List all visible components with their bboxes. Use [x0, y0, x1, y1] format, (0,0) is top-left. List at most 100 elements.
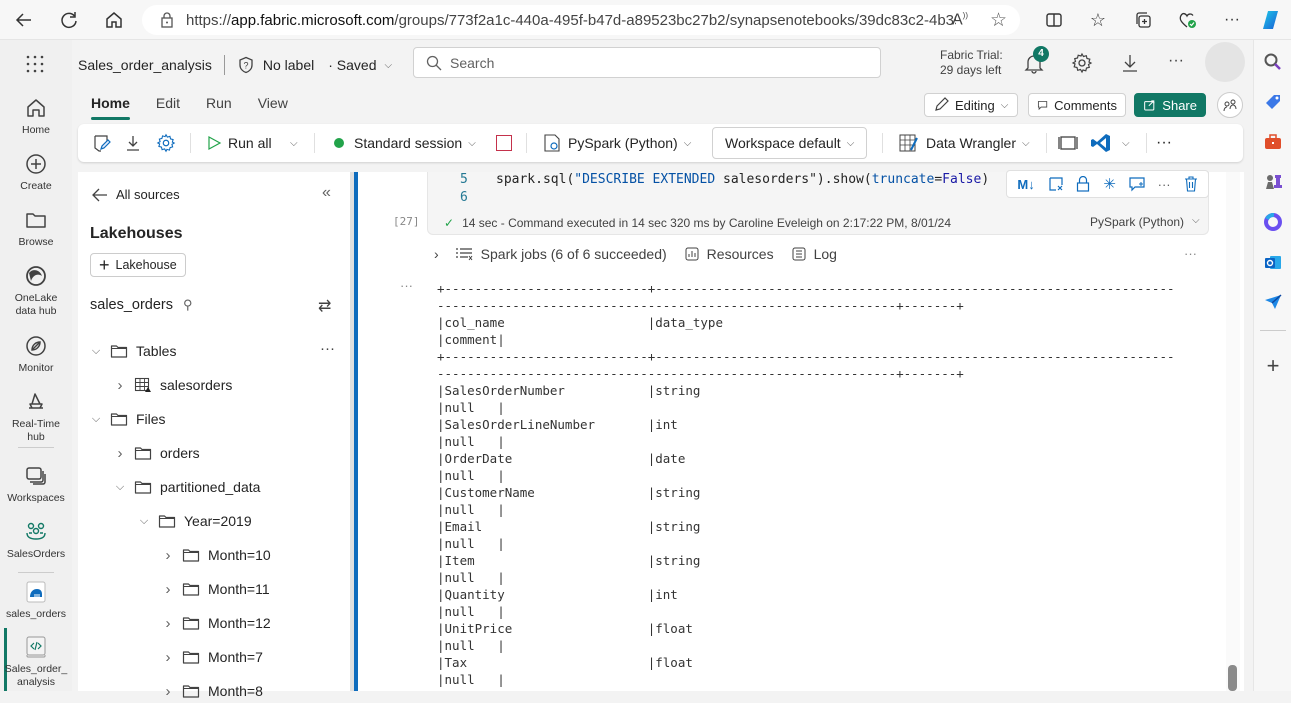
send-icon[interactable] — [1263, 292, 1283, 312]
tree-item[interactable]: ⌵ partitioned_data — [114, 475, 261, 499]
open-in-vscode-button[interactable] — [1090, 124, 1112, 162]
home-icon[interactable] — [102, 8, 126, 32]
tag-icon[interactable] — [1263, 92, 1283, 112]
data-wrangler-dropdown[interactable]: Data Wrangler ⌵ — [898, 124, 1030, 162]
resources-button[interactable]: Resources — [685, 246, 774, 262]
rail-item-sales-order-analysis[interactable]: Sales_order_ analysis — [0, 635, 72, 689]
switch-lakehouse-button[interactable]: ⇄ — [318, 296, 331, 316]
lock-icon[interactable] — [160, 12, 174, 28]
refresh-icon[interactable] — [57, 8, 81, 32]
saved-status-button[interactable]: · Saved ⌵ — [328, 57, 392, 73]
collapse-explorer-button[interactable]: « — [322, 184, 331, 202]
run-all-button[interactable]: Run all — [206, 124, 272, 162]
chevron-down-icon[interactable]: ⌵ — [90, 413, 102, 426]
comments-button[interactable]: Comments — [1028, 93, 1126, 117]
tables-more-button[interactable]: ··· — [320, 340, 335, 357]
browser-health-icon[interactable] — [1175, 8, 1199, 32]
games-icon[interactable] — [1263, 172, 1283, 192]
address-bar[interactable]: https://app.fabric.microsoft.com/groups/… — [142, 5, 1020, 35]
share-button[interactable]: Share — [1134, 93, 1206, 117]
session-dropdown[interactable]: Standard session ⌵ — [334, 124, 476, 162]
tree-item[interactable]: › Month=11 — [162, 577, 270, 601]
tree-item[interactable]: ⌵ Files — [90, 407, 166, 431]
chevron-down-icon[interactable]: ⌵ — [114, 481, 126, 494]
pin-icon[interactable]: ⚲ — [183, 297, 193, 313]
tab-run[interactable]: Run — [193, 88, 245, 120]
toolbox-icon[interactable] — [1263, 132, 1283, 152]
chevron-right-icon[interactable]: › — [162, 547, 174, 564]
expand-chevron-icon[interactable]: › — [434, 246, 439, 262]
output-options-button[interactable]: ··· — [400, 278, 413, 293]
rail-item-monitor[interactable]: Monitor — [0, 334, 72, 375]
rail-item-create[interactable]: Create — [0, 152, 72, 193]
freeze-icon[interactable]: ✳ — [1103, 175, 1116, 193]
notebook-scrollbar[interactable] — [1226, 172, 1240, 691]
chevron-right-icon[interactable]: › — [114, 377, 126, 394]
rail-item-salesorders-workspace[interactable]: SalesOrders — [0, 520, 72, 561]
tree-item[interactable]: › salesorders — [114, 373, 233, 397]
more-icon[interactable]: ··· — [1158, 177, 1171, 192]
tab-view[interactable]: View — [245, 88, 301, 120]
rail-item-sales-orders-lakehouse[interactable]: sales_orders — [0, 580, 72, 621]
clear-output-icon[interactable] — [1048, 176, 1064, 192]
more-options-button[interactable]: ··· — [1168, 52, 1190, 74]
split-screen-icon[interactable] — [1042, 8, 1066, 32]
cell-language-dropdown[interactable]: PySpark (Python) ⌵ — [1090, 215, 1200, 229]
url-text[interactable]: https://app.fabric.microsoft.com/groups/… — [186, 12, 956, 29]
edit-notebook-button[interactable] — [92, 124, 112, 162]
tree-item[interactable]: › Month=10 — [162, 543, 271, 567]
all-sources-link[interactable]: All sources — [92, 187, 180, 202]
outlook-icon[interactable] — [1263, 252, 1283, 272]
run-options-dropdown[interactable]: ⌵ — [290, 124, 298, 162]
chevron-right-icon[interactable]: › — [114, 445, 126, 462]
more-icon[interactable]: ··· — [1220, 8, 1244, 32]
rail-item-browse[interactable]: Browse — [0, 208, 72, 249]
language-dropdown[interactable]: PySpark (Python) ⌵ — [542, 124, 691, 162]
sensitivity-label-button[interactable]: ? No label — [237, 56, 314, 74]
rail-item-realtime-hub[interactable]: Real-Time hub — [0, 390, 72, 444]
notifications-button[interactable]: 4 — [1023, 46, 1049, 74]
tree-item[interactable]: ⌵ Tables — [90, 339, 177, 363]
delete-icon[interactable] — [1184, 176, 1198, 192]
chevron-down-icon[interactable]: ⌵ — [138, 515, 150, 528]
tree-item[interactable]: › orders — [114, 441, 200, 465]
favorites-icon[interactable]: ☆ — [1086, 8, 1110, 32]
chevron-right-icon[interactable]: › — [162, 683, 174, 700]
app-launcher-icon[interactable] — [24, 54, 46, 74]
tree-item[interactable]: › Month=7 — [162, 645, 263, 669]
log-button[interactable]: Log — [792, 246, 837, 262]
chevron-down-icon[interactable]: ⌵ — [90, 345, 102, 358]
add-lakehouse-button[interactable]: + Lakehouse — [90, 253, 186, 277]
rail-item-onelake[interactable]: OneLake data hub — [0, 264, 72, 318]
search-input[interactable]: Search — [413, 47, 881, 78]
tree-item[interactable]: › Month=12 — [162, 611, 271, 635]
notebook-title[interactable]: Sales_order_analysis — [78, 57, 212, 73]
chevron-right-icon[interactable]: › — [162, 615, 174, 632]
lakehouse-name[interactable]: sales_orders ⚲ — [90, 297, 193, 313]
collaborators-button[interactable] — [1217, 92, 1243, 118]
output-more-button[interactable]: ··· — [1184, 246, 1197, 261]
read-aloud-icon[interactable]: A)) — [952, 11, 968, 29]
copilot-icon[interactable] — [1260, 8, 1284, 32]
scrollbar-thumb[interactable] — [1228, 665, 1237, 691]
download-notebook-button[interactable] — [124, 124, 142, 162]
rail-item-workspaces[interactable]: Workspaces — [0, 464, 72, 505]
chevron-right-icon[interactable]: › — [162, 649, 174, 666]
back-icon[interactable] — [12, 8, 36, 32]
avatar[interactable] — [1205, 42, 1245, 82]
collections-icon[interactable] — [1131, 8, 1155, 32]
tab-home[interactable]: Home — [78, 88, 143, 120]
add-comment-icon[interactable] — [1129, 176, 1145, 192]
environment-dropdown[interactable]: Workspace default ⌵ — [712, 127, 868, 159]
chevron-right-icon[interactable]: › — [162, 581, 174, 598]
tree-item[interactable]: › Month=8 — [162, 679, 263, 703]
code-line[interactable]: spark.sql("DESCRIBE EXTENDED salesorders… — [496, 172, 989, 187]
favorite-star-icon[interactable]: ☆ — [990, 9, 1007, 32]
tree-item[interactable]: ⌵ Year=2019 — [138, 509, 252, 533]
stop-session-button[interactable] — [496, 124, 512, 162]
vscode-options-dropdown[interactable]: ⌵ — [1122, 124, 1130, 162]
markdown-toggle-icon[interactable]: M↓ — [1017, 177, 1034, 192]
tab-edit[interactable]: Edit — [143, 88, 193, 120]
search-icon[interactable] — [1263, 52, 1283, 72]
notebook-settings-button[interactable] — [156, 124, 176, 162]
